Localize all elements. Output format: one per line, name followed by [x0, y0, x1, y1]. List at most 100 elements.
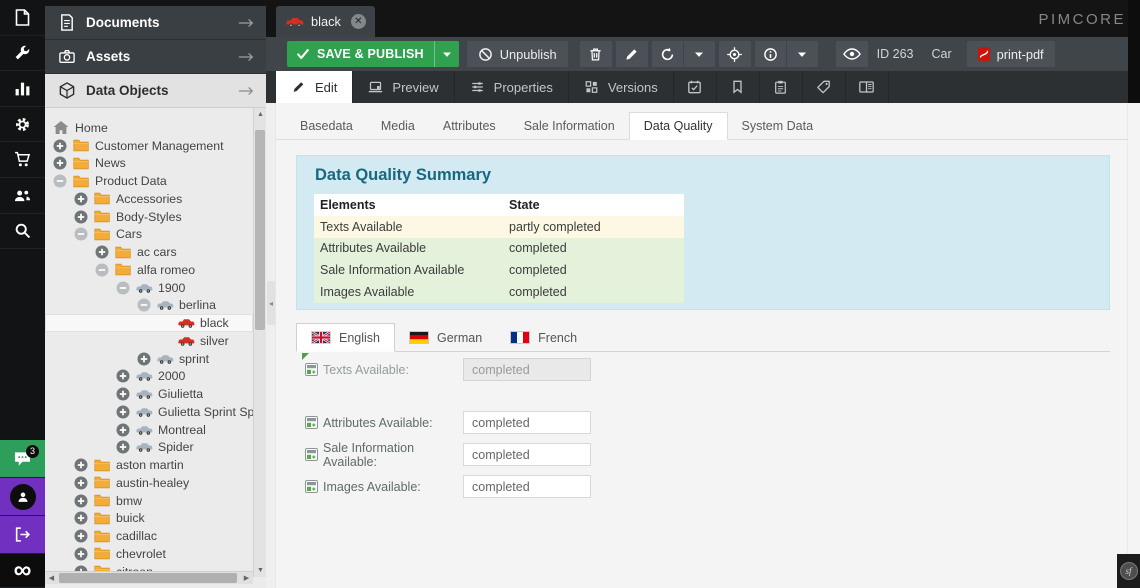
tree-splitter[interactable]: ◂ — [266, 103, 276, 588]
nav-gear-button[interactable] — [0, 107, 45, 143]
expander-plus-icon[interactable] — [74, 476, 88, 490]
expander-plus-icon[interactable] — [74, 192, 88, 206]
save-options-caret-icon[interactable] — [435, 52, 459, 57]
expander-minus-icon[interactable] — [137, 298, 151, 312]
tree-node-gulietta-sprint-specia[interactable]: Gulietta Sprint Specia — [45, 403, 253, 421]
tree-node-black[interactable]: black — [45, 314, 253, 332]
language-tab-french[interactable]: French — [496, 323, 591, 352]
expander-plus-icon[interactable] — [74, 511, 88, 525]
accordion-documents[interactable]: Documents — [45, 6, 266, 40]
subtab-media[interactable]: Media — [367, 112, 429, 140]
reload-button[interactable] — [652, 47, 683, 62]
language-tab-german[interactable]: German — [395, 323, 496, 352]
open-preview-button[interactable] — [836, 41, 868, 67]
unpublish-button[interactable]: Unpublish — [467, 41, 568, 67]
language-tab-english[interactable]: English — [296, 323, 395, 352]
tree-node-2000[interactable]: 2000 — [45, 368, 253, 386]
nav-wrench-button[interactable] — [0, 36, 45, 72]
nav-user-button[interactable] — [0, 478, 45, 516]
expander-minus-icon[interactable] — [95, 263, 109, 277]
expander-plus-icon[interactable] — [53, 156, 67, 170]
nav-file-button[interactable] — [0, 0, 45, 36]
tree-node-spider[interactable]: Spider — [45, 439, 253, 457]
nav-users-button[interactable] — [0, 178, 45, 214]
symfony-toolbar-badge[interactable]: sf — [1117, 554, 1140, 588]
expander-plus-icon[interactable] — [116, 423, 130, 437]
panel-collapse-handle[interactable]: ◂ — [267, 281, 275, 325]
subtab-attributes[interactable]: Attributes — [429, 112, 510, 140]
subtab-system-data[interactable]: System Data — [728, 112, 828, 140]
tree-vertical-scrollbar[interactable]: ▲ ▼ — [253, 108, 266, 577]
attributes-available-input[interactable] — [463, 411, 591, 434]
tree-node-buick[interactable]: buick — [45, 510, 253, 528]
tree-node-austin-healey[interactable]: austin-healey — [45, 474, 253, 492]
rename-button[interactable] — [616, 41, 648, 67]
subtab-sale-information[interactable]: Sale Information — [510, 112, 629, 140]
expander-plus-icon[interactable] — [53, 139, 67, 153]
accordion-assets[interactable]: Assets — [45, 40, 266, 74]
expander-plus-icon[interactable] — [116, 387, 130, 401]
subtab-data-quality[interactable]: Data Quality — [629, 112, 728, 140]
tree-node-1900[interactable]: 1900 — [45, 279, 253, 297]
tree-node-body-styles[interactable]: Body-Styles — [45, 208, 253, 226]
expander-plus-icon[interactable] — [116, 440, 130, 454]
tab-calendar[interactable] — [674, 71, 717, 103]
tree-node-aston-martin[interactable]: aston martin — [45, 456, 253, 474]
print-pdf-button[interactable]: print-pdf — [967, 41, 1055, 67]
tab-tag[interactable] — [803, 71, 846, 103]
info-caret-icon[interactable] — [787, 52, 818, 57]
tree-node-customer-management[interactable]: Customer Management — [45, 137, 253, 155]
nav-chat-button[interactable]: 3 — [0, 440, 45, 478]
vertical-scroll-thumb[interactable] — [255, 130, 265, 330]
tab-versions[interactable]: Versions — [569, 71, 674, 103]
tree-node-berlina[interactable]: berlina — [45, 297, 253, 315]
tree-horizontal-scrollbar[interactable]: ◀ ▶ — [45, 571, 253, 584]
tree-node-alfa-romeo[interactable]: alfa romeo — [45, 261, 253, 279]
subtab-basedata[interactable]: Basedata — [286, 112, 367, 140]
nav-logout-button[interactable] — [0, 516, 45, 554]
expander-minus-icon[interactable] — [53, 174, 67, 188]
nav-pimcore-logo-button[interactable]: ∞ — [0, 554, 45, 588]
reload-caret-icon[interactable] — [684, 52, 715, 57]
info-button[interactable] — [755, 47, 786, 62]
tree-node-accessories[interactable]: Accessories — [45, 190, 253, 208]
texts-available-input[interactable] — [463, 358, 591, 381]
tab-bookmark[interactable] — [717, 71, 760, 103]
nav-stats-button[interactable] — [0, 71, 45, 107]
tree-node-ac-cars[interactable]: ac cars — [45, 243, 253, 261]
tree-node-silver[interactable]: silver — [45, 332, 253, 350]
expander-plus-icon[interactable] — [74, 210, 88, 224]
tree-node-sprint[interactable]: sprint — [45, 350, 253, 368]
expander-plus-icon[interactable] — [116, 369, 130, 383]
tree-node-montreal[interactable]: Montreal — [45, 421, 253, 439]
tab-columns[interactable] — [846, 71, 889, 103]
images-available-input[interactable] — [463, 475, 591, 498]
scroll-right-icon[interactable]: ▶ — [240, 572, 253, 585]
accordion-data-objects[interactable]: Data Objects — [45, 74, 266, 108]
expander-plus-icon[interactable] — [74, 529, 88, 543]
tree-node-news[interactable]: News — [45, 155, 253, 173]
tree-node-bmw[interactable]: bmw — [45, 492, 253, 510]
nav-cart-button[interactable] — [0, 142, 45, 178]
expander-plus-icon[interactable] — [95, 245, 109, 259]
tree-node-chevrolet[interactable]: chevrolet — [45, 545, 253, 563]
open-object-tab[interactable]: black ✕ — [276, 6, 375, 37]
scroll-down-icon[interactable]: ▼ — [254, 564, 267, 577]
expander-plus-icon[interactable] — [137, 352, 151, 366]
expander-plus-icon[interactable] — [74, 494, 88, 508]
tab-clipboard[interactable] — [760, 71, 803, 103]
horizontal-scroll-thumb[interactable] — [59, 573, 237, 583]
tree-node-giulietta[interactable]: Giulietta — [45, 385, 253, 403]
delete-button[interactable] — [580, 41, 612, 67]
scroll-left-icon[interactable]: ◀ — [45, 572, 58, 585]
expander-plus-icon[interactable] — [74, 458, 88, 472]
expander-minus-icon[interactable] — [116, 281, 130, 295]
tab-properties[interactable]: Properties — [455, 71, 569, 103]
sale-information-available-input[interactable] — [463, 443, 591, 466]
tree-node-cadillac[interactable]: cadillac — [45, 527, 253, 545]
close-tab-icon[interactable]: ✕ — [351, 14, 366, 29]
expander-plus-icon[interactable] — [116, 405, 130, 419]
expander-minus-icon[interactable] — [74, 227, 88, 241]
nav-search-button[interactable] — [0, 214, 45, 250]
save-publish-button[interactable]: SAVE & PUBLISH — [287, 41, 459, 67]
